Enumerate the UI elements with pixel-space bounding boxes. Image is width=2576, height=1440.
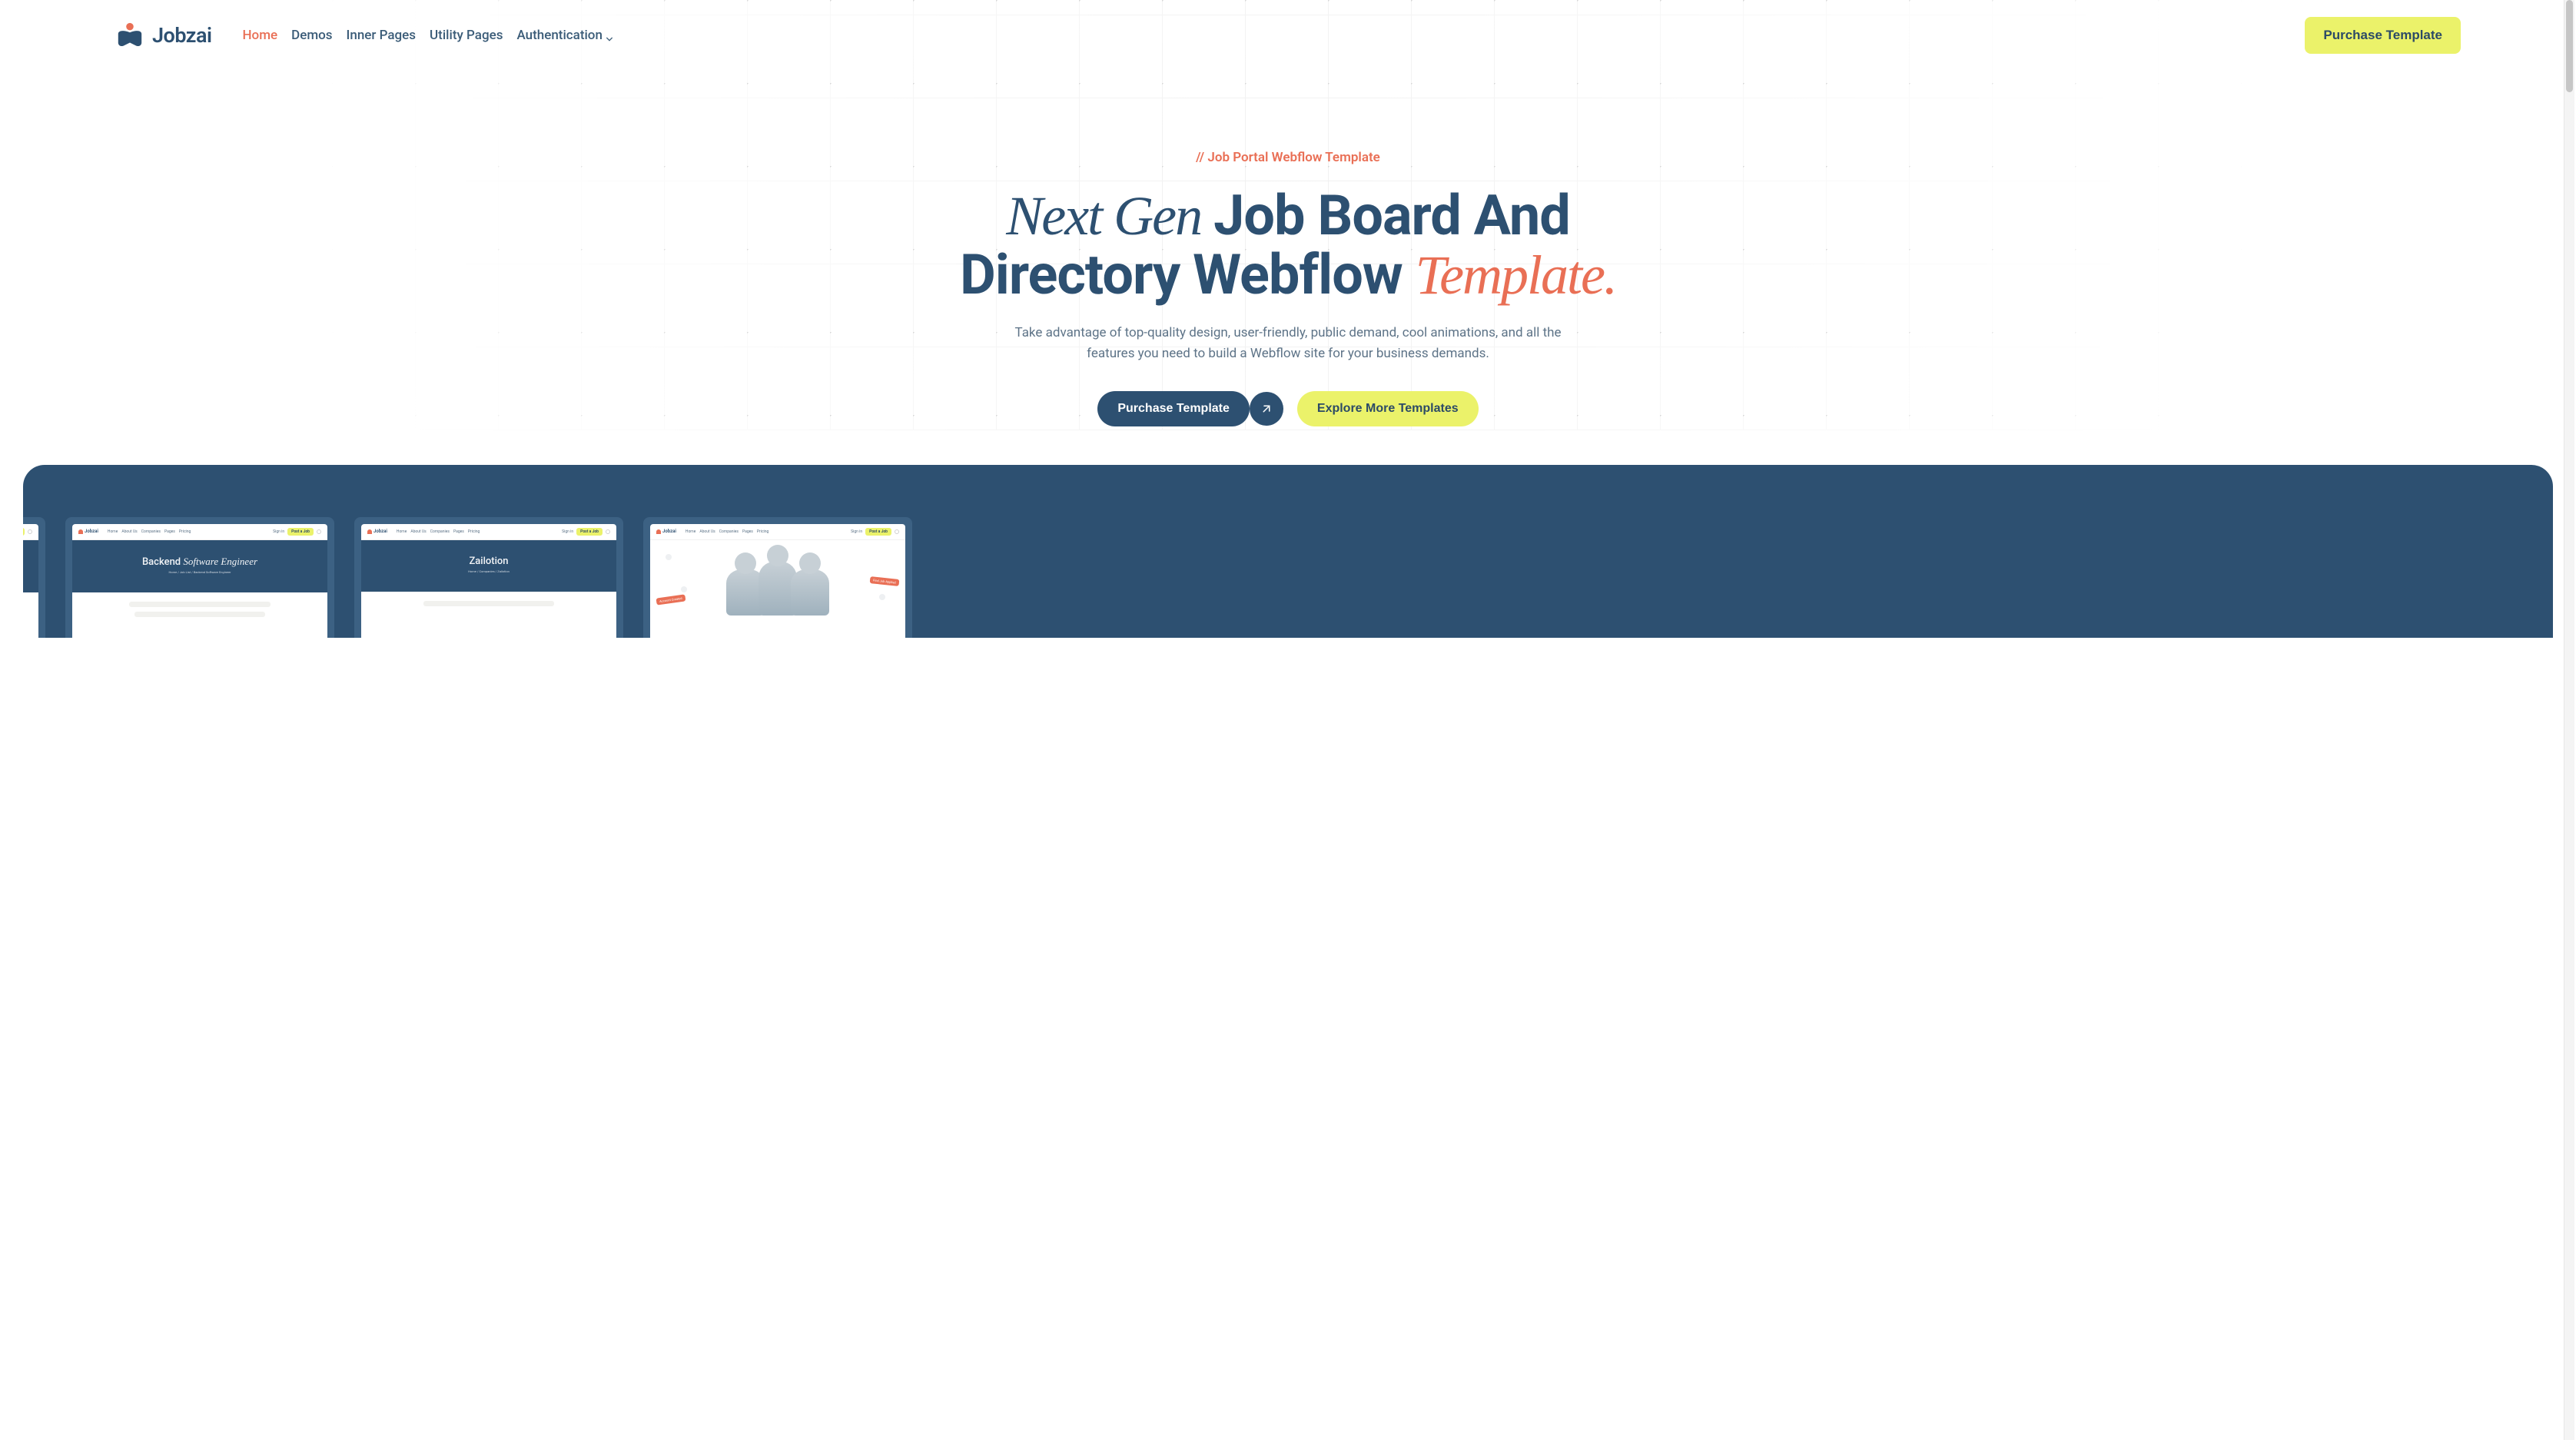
hero: // Job Portal Webflow Template Next Gen …: [934, 54, 1642, 465]
logo-icon: [115, 21, 144, 50]
hero-title-emph2: Template.: [1416, 244, 1616, 306]
hero-subtitle: Take advantage of top-quality design, us…: [1011, 323, 1565, 363]
brand-name: Jobzai: [152, 23, 212, 48]
people-illustration: [655, 556, 901, 622]
nav-authentication[interactable]: Authentication: [516, 28, 612, 43]
preview-card-backend-engineer[interactable]: Jobzai Home About Us Companies Pages Pri…: [65, 517, 334, 638]
preview-row: Jobzai Home About Us Companies Pages Pri…: [23, 517, 2553, 638]
site-header: Jobzai Home Demos Inner Pages Utility Pa…: [0, 0, 2576, 54]
hero-cta-row: Purchase Template Explore More Templates: [950, 391, 1626, 426]
hero-title-emph1: Next Gen: [1006, 185, 1213, 247]
nav-utility-pages[interactable]: Utility Pages: [430, 28, 503, 43]
preview-caption: Find The Favorite Job From: [23, 592, 38, 617]
purchase-template-button[interactable]: Purchase Template: [2305, 17, 2461, 54]
chevron-down-icon: [606, 32, 613, 39]
scrollbar[interactable]: [2564, 0, 2574, 1440]
brand-logo[interactable]: Jobzai: [115, 21, 212, 50]
preview-card-people[interactable]: Jobzai Home About Us Companies Pages Pri…: [643, 517, 912, 638]
nav-authentication-label: Authentication: [516, 28, 602, 43]
purchase-template-hero-button[interactable]: Purchase Template: [1097, 391, 1250, 426]
template-preview-strip: Jobzai Home About Us Companies Pages Pri…: [23, 465, 2553, 638]
nav-home[interactable]: Home: [243, 28, 278, 43]
main-nav: Home Demos Inner Pages Utility Pages Aut…: [243, 28, 613, 43]
nav-demos[interactable]: Demos: [291, 28, 332, 43]
explore-more-templates-button[interactable]: Explore More Templates: [1297, 391, 1479, 426]
preview-card-zailotion[interactable]: Jobzai Home About Us Companies Pages Pri…: [354, 517, 623, 638]
preview-card-dream-vacancies[interactable]: Jobzai Home About Us Companies Pages Pri…: [23, 517, 45, 638]
nav-inner-pages[interactable]: Inner Pages: [347, 28, 417, 43]
hero-eyebrow: // Job Portal Webflow Template: [950, 150, 1626, 165]
arrow-up-right-icon[interactable]: [1250, 392, 1283, 426]
primary-cta-group: Purchase Template: [1097, 391, 1283, 426]
hero-title: Next Gen Job Board And Directory Webflow…: [950, 187, 1626, 304]
